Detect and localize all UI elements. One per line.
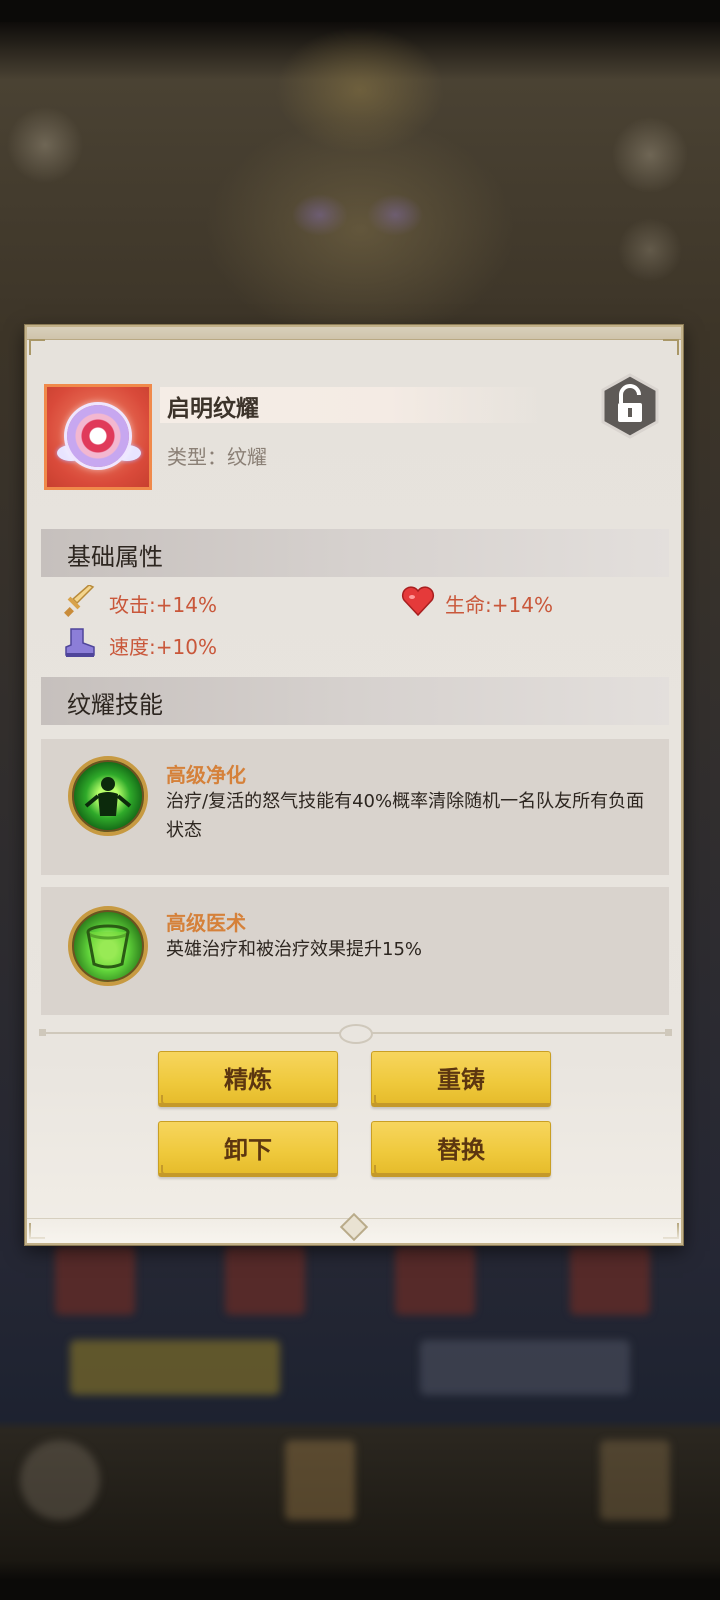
speed-attribute: 速度:+10% — [109, 635, 217, 659]
skill-name: 高级医术 — [166, 911, 246, 935]
medicine-skill-icon — [68, 906, 148, 986]
background-nav-icon — [285, 1440, 355, 1520]
section-title: 纹耀技能 — [67, 691, 163, 719]
base-attributes-header: 基础属性 — [41, 529, 669, 577]
item-type: 类型：纹耀 — [167, 445, 267, 469]
lock-icon[interactable] — [600, 373, 660, 439]
skills-header: 纹耀技能 — [41, 677, 669, 725]
background-nav-icon — [20, 1440, 100, 1520]
skill-name: 高级净化 — [166, 763, 246, 787]
top-status-strip — [0, 0, 720, 22]
background-button — [70, 1340, 280, 1395]
sword-icon — [64, 585, 95, 617]
item-name: 启明纹耀 — [167, 396, 259, 422]
corner-ornament — [663, 339, 679, 355]
recast-button[interactable]: 重铸 — [371, 1051, 551, 1107]
refine-button[interactable]: 精炼 — [158, 1051, 338, 1107]
health-attribute: 生命:+14% — [445, 593, 553, 617]
boot-icon — [65, 628, 95, 657]
unequip-button[interactable]: 卸下 — [158, 1121, 338, 1177]
purify-skill-icon — [68, 756, 148, 836]
skill-description: 治疗/复活的怒气技能有40%概率清除随机一名队友所有负面状态 — [166, 791, 645, 841]
background-hero-slot — [225, 1245, 305, 1315]
item-emblem-icon — [44, 384, 152, 490]
skill-card: 高级净化 治疗/复活的怒气技能有40%概率清除随机一名队友所有负面状态 — [41, 739, 669, 875]
background-button — [420, 1340, 630, 1395]
section-title: 基础属性 — [67, 543, 163, 571]
replace-button[interactable]: 替换 — [371, 1121, 551, 1177]
attack-attribute: 攻击:+14% — [109, 593, 217, 617]
skill-description: 英雄治疗和被治疗效果提升15% — [166, 939, 423, 960]
corner-ornament — [29, 339, 45, 355]
item-detail-panel: 启明纹耀 类型：纹耀 基础属性 攻击:+14% 生命:+14% 速度:+10% … — [25, 325, 683, 1245]
background-hero-slot — [570, 1245, 650, 1315]
background-nav-icon — [600, 1440, 670, 1520]
panel-top-border — [27, 327, 681, 340]
background-hero-slot — [55, 1245, 135, 1315]
background-hero-slot — [395, 1245, 475, 1315]
divider-ornament — [339, 1024, 373, 1044]
bottom-status-strip — [0, 1580, 720, 1600]
heart-icon — [401, 586, 435, 617]
skill-card: 高级医术 英雄治疗和被治疗效果提升15% — [41, 887, 669, 1015]
